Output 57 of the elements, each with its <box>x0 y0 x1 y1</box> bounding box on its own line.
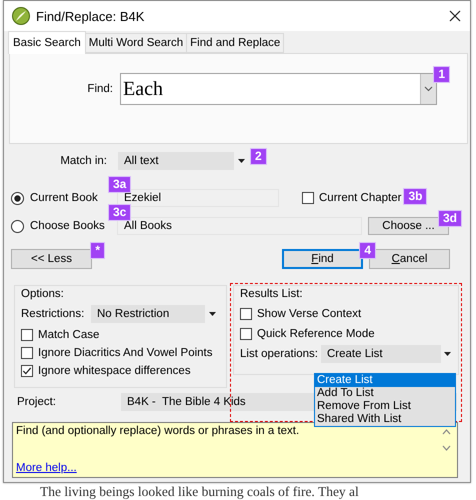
document-text: The living beings looked like burning coals of fire. They al <box>40 484 359 500</box>
match-in-label: Match in: <box>59 155 107 167</box>
caret-icon <box>238 159 244 163</box>
dropdown-option[interactable]: Shared With List <box>315 413 455 426</box>
radio-button[interactable] <box>11 192 24 204</box>
checkbox-label: Match Case <box>38 329 100 341</box>
checkbox[interactable] <box>240 308 252 320</box>
help-link[interactable]: More help... <box>16 462 77 474</box>
checkbox-label: Ignore Diacritics And Vowel Points <box>38 347 213 359</box>
annotation-badge: 3b <box>403 188 428 205</box>
annotation-badge: 3a <box>108 176 132 193</box>
tab[interactable]: Find and Replace <box>186 33 284 53</box>
window-title: Find/Replace: B4K <box>36 8 146 24</box>
annotation-badge: 2 <box>250 148 267 165</box>
checkbox[interactable] <box>21 365 33 377</box>
scroll-down-icon[interactable] <box>442 445 451 451</box>
radio-label: Choose Books <box>30 220 105 232</box>
close-icon[interactable] <box>448 9 462 23</box>
project-label: Project: <box>17 396 57 408</box>
caret-icon <box>208 312 216 316</box>
caret-icon <box>444 352 451 356</box>
checkbox-label: Current Chapter <box>319 192 402 204</box>
tab[interactable]: Basic Search <box>8 31 86 54</box>
dialog-button[interactable]: << Less <box>11 249 92 269</box>
radio-label: Current Book <box>30 192 98 204</box>
group-title: Results List: <box>240 288 304 300</box>
dialog-button[interactable]: Find <box>282 249 363 269</box>
checkbox[interactable] <box>240 328 252 340</box>
checkbox-label: Show Verse Context <box>257 308 362 320</box>
help-text: Find (and optionally replace) words or phrases in a text. <box>16 425 300 437</box>
find-label: Find: <box>86 82 113 94</box>
annotation-badge: 4 <box>359 242 376 259</box>
annotation-badge: 1 <box>433 66 450 82</box>
restrictions-dropdown[interactable]: No Restriction <box>91 305 205 323</box>
scroll-up-icon[interactable] <box>442 429 451 435</box>
checkbox-label: Quick Reference Mode <box>257 328 375 340</box>
annotation-badge: 3d <box>438 210 462 227</box>
leaf-icon <box>12 7 30 25</box>
checkbox-label: Ignore whitespace differences <box>38 365 191 377</box>
chevron-icon <box>424 86 433 92</box>
dropdown-option[interactable]: Remove From List <box>315 400 455 413</box>
list-operations-dropdown[interactable]: Create List <box>321 345 441 363</box>
find-field[interactable]: Each <box>120 72 437 104</box>
checkbox[interactable] <box>302 192 314 204</box>
tab[interactable]: Multi Word Search <box>84 33 188 53</box>
restrictions-label: Restrictions: <box>21 308 86 320</box>
group-title: Options: <box>21 288 65 300</box>
list-operations-label: List operations: <box>240 348 315 360</box>
match-in-dropdown[interactable]: All text <box>118 152 234 170</box>
radio-button[interactable] <box>11 220 24 232</box>
books-field[interactable]: All Books <box>117 217 362 235</box>
checkbox[interactable] <box>21 329 33 341</box>
checkbox[interactable] <box>21 347 33 359</box>
annotation-badge: 3c <box>108 204 132 221</box>
book-field[interactable]: Ezekiel <box>117 189 279 207</box>
dropdown-option[interactable]: Create List <box>315 374 455 387</box>
annotation-badge: * <box>90 242 105 259</box>
